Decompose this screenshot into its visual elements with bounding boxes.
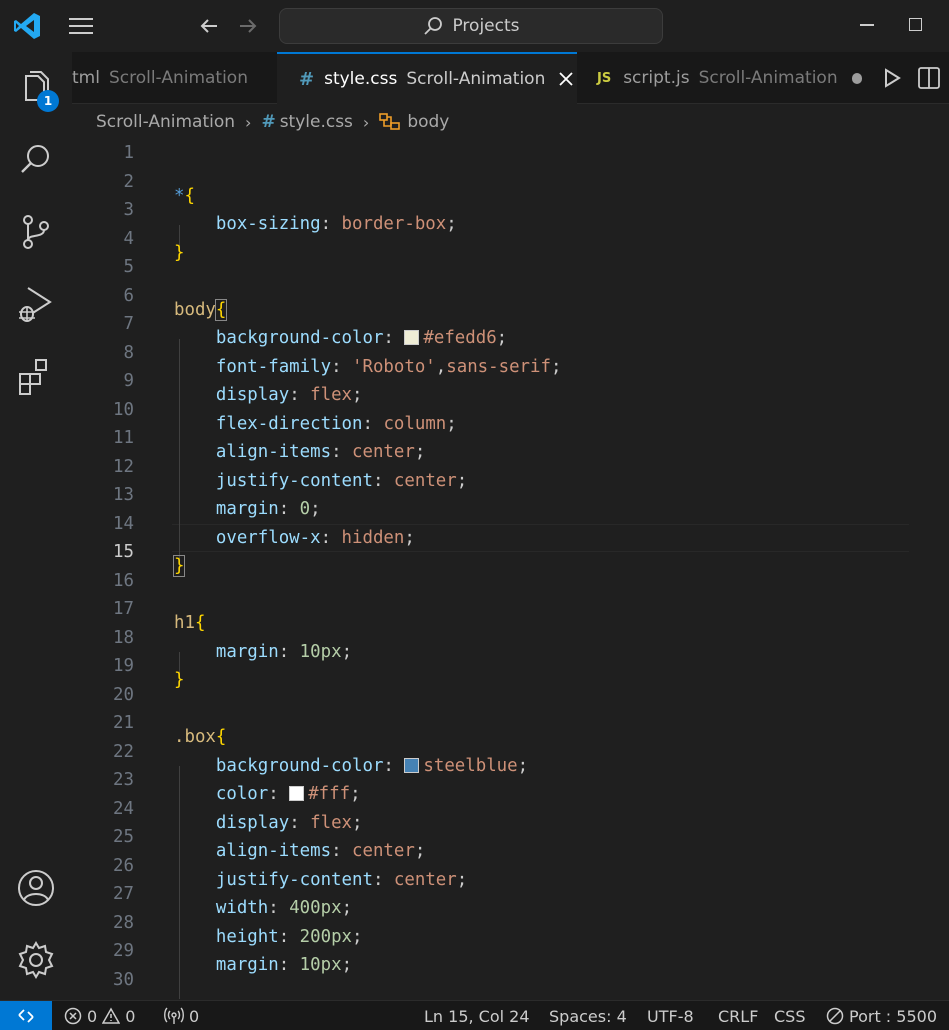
forward-arrow-icon[interactable] xyxy=(234,12,262,40)
chevron-right-icon: › xyxy=(245,112,252,132)
explorer-badge: 1 xyxy=(37,90,59,112)
unsaved-dot-icon[interactable] xyxy=(851,72,862,84)
status-bar: 0 0 0 Ln 15, Col 24 Spaces: 4 UTF-8 CRLF… xyxy=(0,1000,949,1030)
tab-index-html[interactable]: tml Scroll-Animation xyxy=(72,52,277,104)
code-line: margin: 10px; xyxy=(215,955,353,976)
code-line: display: flex; xyxy=(215,812,363,833)
code-line: background-color: #efedd6; xyxy=(215,328,508,349)
code-line: h1{ xyxy=(174,613,206,634)
search-icon xyxy=(424,17,443,35)
css-file-icon: # xyxy=(299,68,315,90)
accounts-icon[interactable] xyxy=(14,866,58,910)
menu-icon[interactable] xyxy=(64,12,98,40)
code-line: width: 400px; xyxy=(215,898,353,919)
title-bar: Projects xyxy=(0,0,949,52)
close-icon[interactable] xyxy=(557,70,575,88)
code-line: align-items: center; xyxy=(215,442,426,463)
manage-gear-icon[interactable] xyxy=(14,938,58,982)
code-line: align-items: center; xyxy=(215,841,426,862)
activity-bar: 1 xyxy=(0,52,72,1000)
code-line: margin: 10px; xyxy=(215,641,353,662)
color-swatch-fff[interactable] xyxy=(289,786,305,802)
breadcrumb-file[interactable]: # style.css xyxy=(261,112,352,132)
css-file-icon: # xyxy=(261,112,276,132)
minimize-icon[interactable] xyxy=(860,24,874,26)
breadcrumb-folder[interactable]: Scroll-Animation xyxy=(96,112,235,132)
code-line: box-sizing: border-box; xyxy=(215,214,457,235)
code-line: } xyxy=(172,555,186,578)
search-label: Projects xyxy=(452,16,520,36)
code-line: } xyxy=(174,670,185,691)
code-line: justify-content: center; xyxy=(215,470,468,491)
color-swatch-efedd6[interactable] xyxy=(404,330,420,346)
back-arrow-icon[interactable] xyxy=(195,12,223,40)
maximize-icon[interactable] xyxy=(909,18,922,31)
command-center-search[interactable]: Projects xyxy=(279,8,663,44)
symbol-structure-icon xyxy=(379,113,401,130)
extensions-icon[interactable] xyxy=(14,354,58,398)
remote-indicator[interactable] xyxy=(0,1001,52,1030)
eol-setting[interactable]: CRLF xyxy=(718,1001,758,1030)
editor-tab-bar: tml Scroll-Animation # style.css Scroll-… xyxy=(72,52,949,104)
line-number: 1 xyxy=(72,139,949,168)
source-control-icon[interactable] xyxy=(14,210,58,254)
language-mode[interactable]: CSS xyxy=(774,1001,805,1030)
code-line: margin: 0; xyxy=(215,499,321,520)
ports-indicator[interactable]: 0 xyxy=(164,1001,199,1030)
code-line: } xyxy=(174,242,185,263)
tab-script-js[interactable]: JS script.js Scroll-Animation xyxy=(577,52,862,104)
code-line: body{ xyxy=(174,298,228,321)
breadcrumb-symbol[interactable]: body xyxy=(407,112,449,132)
error-icon xyxy=(64,1007,82,1025)
run-and-debug-icon[interactable] xyxy=(14,282,58,326)
cursor-position[interactable]: Ln 15, Col 24 xyxy=(424,1001,530,1030)
code-line: *{ xyxy=(174,185,195,206)
code-line: color: #fff; xyxy=(215,784,361,805)
code-editor[interactable]: 1 2 3 4 5 6 7 8 9 10 11 12 13 14 15 16 17 18 19 20 21 22 23 24 2… xyxy=(72,139,949,999)
breadcrumb: Scroll-Animation › # style.css › body xyxy=(96,106,449,138)
remote-icon xyxy=(18,1009,34,1023)
code-line: display: flex; xyxy=(215,385,363,406)
vscode-logo-icon xyxy=(14,13,40,39)
tab-style-css[interactable]: # style.css Scroll-Animation xyxy=(277,52,577,104)
broadcast-icon xyxy=(164,1007,184,1024)
warning-icon xyxy=(102,1007,121,1024)
problems-indicator[interactable]: 0 0 xyxy=(64,1001,135,1030)
search-icon[interactable] xyxy=(14,138,58,182)
circle-slash-icon xyxy=(826,1007,844,1025)
live-server-port[interactable]: Port : 5500 xyxy=(826,1001,937,1030)
code-line: overflow-x: hidden; xyxy=(215,527,415,548)
code-line: height: 200px; xyxy=(215,926,363,947)
split-editor-icon[interactable] xyxy=(916,65,942,91)
chevron-right-icon: › xyxy=(362,112,370,132)
code-line: background-color: steelblue; xyxy=(215,755,529,776)
color-swatch-steelblue[interactable] xyxy=(404,757,420,773)
code-line: font-family: 'Roboto',sans-serif; xyxy=(215,356,562,377)
encoding-setting[interactable]: UTF-8 xyxy=(647,1001,694,1030)
code-line: justify-content: center; xyxy=(215,869,468,890)
code-line: .box{ xyxy=(174,727,227,748)
indentation-setting[interactable]: Spaces: 4 xyxy=(549,1001,627,1030)
run-icon[interactable] xyxy=(880,66,904,90)
code-line: flex-direction: column; xyxy=(215,413,457,434)
js-file-icon: JS xyxy=(597,70,612,86)
line-number-text: 1 xyxy=(123,143,134,163)
